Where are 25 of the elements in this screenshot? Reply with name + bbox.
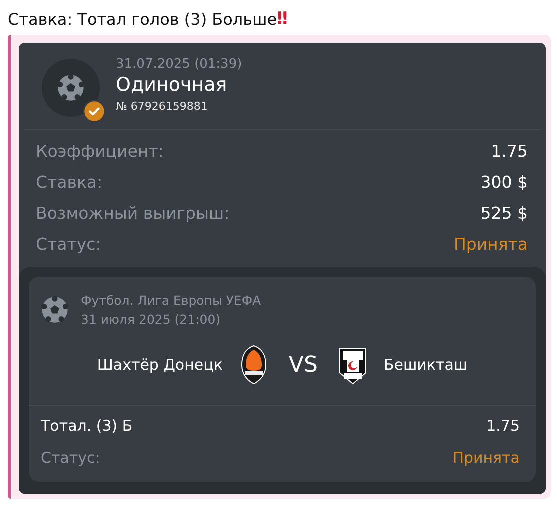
- away-team: Бешикташ: [384, 356, 468, 374]
- alert-mark: ‼: [277, 9, 288, 29]
- row-label: Ставка:: [36, 173, 103, 192]
- selection-label: Тотал. (3) Б: [41, 417, 133, 435]
- message-title: Ставка: Тотал голов (3) Больше: [8, 10, 278, 28]
- bet-type: Одиночная: [116, 74, 228, 96]
- row-value: 1.75: [491, 142, 528, 161]
- bet-date: 31.07.2025 (01:39): [116, 57, 242, 72]
- soccer-ball-icon: [41, 296, 69, 324]
- row-label: Статус:: [41, 449, 100, 467]
- row-label: Коэффициент:: [36, 142, 164, 161]
- status-value: Принята: [454, 235, 528, 254]
- club-crest-icon: [238, 345, 269, 385]
- row-label: Статус:: [36, 235, 102, 254]
- row-label: Возможный выигрыш:: [36, 204, 230, 223]
- versus-label: VS: [288, 352, 318, 378]
- home-team: Шахтёр Донецк: [97, 356, 223, 374]
- bet-number: № 67926159881: [116, 100, 209, 113]
- selection-odds: 1.75: [486, 417, 520, 435]
- row-value: 300 $: [480, 173, 528, 192]
- soccer-ball-icon: [57, 74, 85, 102]
- row-value: 525 $: [480, 204, 528, 223]
- league-name: Футбол. Лига Европы УЕФА: [81, 292, 262, 310]
- event-date: 31 июля 2025 (21:00): [81, 311, 222, 329]
- status-value: Принята: [452, 449, 520, 467]
